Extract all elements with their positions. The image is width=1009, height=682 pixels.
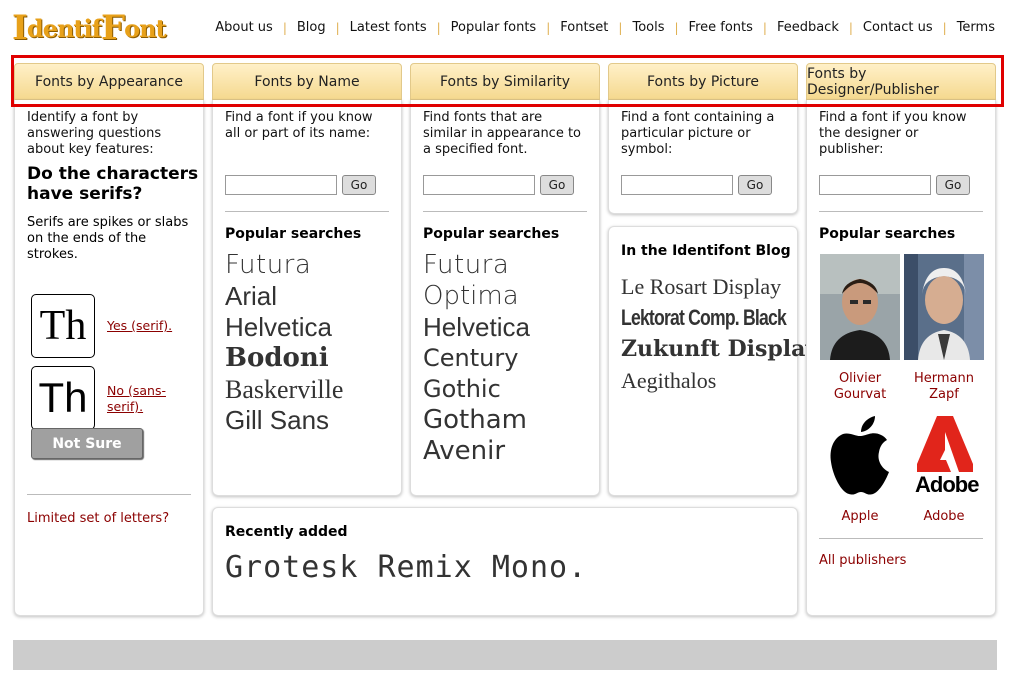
popular-searches-title: Popular searches: [225, 226, 362, 242]
similar-font-link[interactable]: Optima: [423, 281, 599, 312]
nav-terms[interactable]: Terms: [957, 20, 995, 35]
tab-fonts-by-appearance[interactable]: Fonts by Appearance: [14, 63, 204, 100]
blog-font-link[interactable]: Aegithalos: [621, 365, 827, 396]
nav-feedback[interactable]: Feedback: [777, 20, 839, 35]
similar-font-link[interactable]: Century Gothic: [423, 343, 599, 405]
tab-fonts-by-picture[interactable]: Fonts by Picture: [608, 63, 798, 100]
blog-panel: In the Identifont Blog Le Rosart Display…: [608, 226, 818, 496]
appearance-description: Identify a font by answering questions a…: [27, 110, 162, 157]
nav-tools[interactable]: Tools: [632, 20, 664, 35]
designer-panel: Find a font if you know the designer or …: [806, 100, 996, 616]
recently-added-panel: Recently added Grotesk Remix Mono.: [212, 507, 798, 616]
similar-font-link[interactable]: Futura: [423, 250, 599, 281]
nav-free-fonts[interactable]: Free fonts: [689, 20, 753, 35]
popular-font-link[interactable]: Futura: [225, 250, 343, 281]
popular-font-link[interactable]: Arial: [225, 281, 343, 312]
popular-font-link[interactable]: Bodoni: [225, 343, 343, 374]
nav-contact-us[interactable]: Contact us: [863, 20, 933, 35]
popular-font-link[interactable]: Gill Sans: [225, 405, 343, 436]
recent-font-link[interactable]: Grotesk Remix Mono.: [225, 550, 587, 585]
not-sure-button[interactable]: Not Sure: [31, 428, 143, 459]
apple-logo-icon[interactable]: [825, 414, 895, 498]
similarity-go-button[interactable]: Go: [540, 175, 574, 195]
picture-description: Find a font containing a particular pict…: [621, 110, 775, 157]
publisher-name[interactable]: Adobe: [899, 509, 989, 525]
nav-blog[interactable]: Blog: [297, 20, 326, 35]
no-sans-serif-link[interactable]: No (sans-serif).: [107, 383, 187, 415]
name-go-button[interactable]: Go: [342, 175, 376, 195]
hermann-zapf-photo[interactable]: [904, 254, 984, 360]
adobe-logo-icon[interactable]: Adobe: [915, 414, 979, 498]
top-navigation: About us | Blog | Latest fonts | Popular fo…: [215, 20, 995, 35]
popular-font-link[interactable]: Helvetica: [225, 312, 343, 343]
blog-font-link[interactable]: Le Rosart Display: [621, 271, 827, 302]
name-panel: Find a font if you know all or part of i…: [212, 100, 402, 496]
similarity-panel: Find fonts that are similar in appearanc…: [410, 100, 600, 496]
blog-title: In the Identifont Blog: [621, 243, 791, 259]
limited-letters-link[interactable]: Limited set of letters?: [27, 511, 169, 526]
identifont-logo[interactable]: IdentifFont: [12, 8, 167, 54]
picture-go-button[interactable]: Go: [738, 175, 772, 195]
designer-name[interactable]: Olivier: [839, 371, 881, 386]
similarity-description: Find fonts that are similar in appearanc…: [423, 110, 582, 157]
nav-about-us[interactable]: About us: [215, 20, 273, 35]
similarity-search-input[interactable]: [423, 175, 535, 195]
similar-font-link[interactable]: Helvetica: [423, 312, 599, 343]
designer-name[interactable]: Zapf: [929, 387, 959, 402]
nav-latest-fonts[interactable]: Latest fonts: [350, 20, 427, 35]
olivier-gourvat-photo[interactable]: [820, 254, 900, 360]
picture-panel: Find a font containing a particular pict…: [608, 100, 798, 214]
sans-serif-sample-button[interactable]: Th: [31, 366, 95, 430]
tab-fonts-by-designer[interactable]: Fonts by Designer/Publisher: [806, 63, 996, 100]
designer-search-input[interactable]: [819, 175, 931, 195]
serif-note: Serifs are spikes or slabs on the ends o…: [27, 215, 189, 262]
similar-font-link[interactable]: Gotham: [423, 405, 599, 436]
blog-font-link[interactable]: Lektorat Comp. Black: [621, 302, 787, 333]
designer-go-button[interactable]: Go: [936, 175, 970, 195]
name-search-input[interactable]: [225, 175, 337, 195]
adobe-wordmark: Adobe: [915, 472, 979, 497]
designer-name[interactable]: Hermann: [914, 371, 974, 386]
designer-name[interactable]: Gourvat: [834, 387, 886, 402]
picture-search-input[interactable]: [621, 175, 733, 195]
tab-fonts-by-similarity[interactable]: Fonts by Similarity: [410, 63, 600, 100]
similar-font-link[interactable]: Avenir: [423, 436, 599, 467]
serif-question: Do the characters have serifs?: [27, 164, 199, 204]
tab-fonts-by-name[interactable]: Fonts by Name: [212, 63, 402, 100]
popular-font-link[interactable]: Baskerville: [225, 374, 343, 405]
blog-font-link[interactable]: Zukunft Display: [621, 334, 827, 365]
popular-searches-title: Popular searches: [819, 226, 956, 242]
popular-searches-title: Popular searches: [423, 226, 560, 242]
appearance-panel: Identify a font by answering questions a…: [14, 100, 204, 616]
footer-bar: [13, 640, 997, 670]
recently-added-title: Recently added: [225, 524, 348, 540]
publisher-name[interactable]: Apple: [815, 509, 905, 525]
all-publishers-link[interactable]: All publishers: [819, 553, 906, 568]
nav-fontset[interactable]: Fontset: [560, 20, 608, 35]
yes-serif-link[interactable]: Yes (serif).: [107, 318, 172, 334]
nav-popular-fonts[interactable]: Popular fonts: [451, 20, 537, 35]
name-description: Find a font if you know all or part of i…: [225, 110, 373, 141]
designer-description: Find a font if you know the designer or …: [819, 110, 967, 157]
serif-sample-button[interactable]: Th: [31, 294, 95, 358]
